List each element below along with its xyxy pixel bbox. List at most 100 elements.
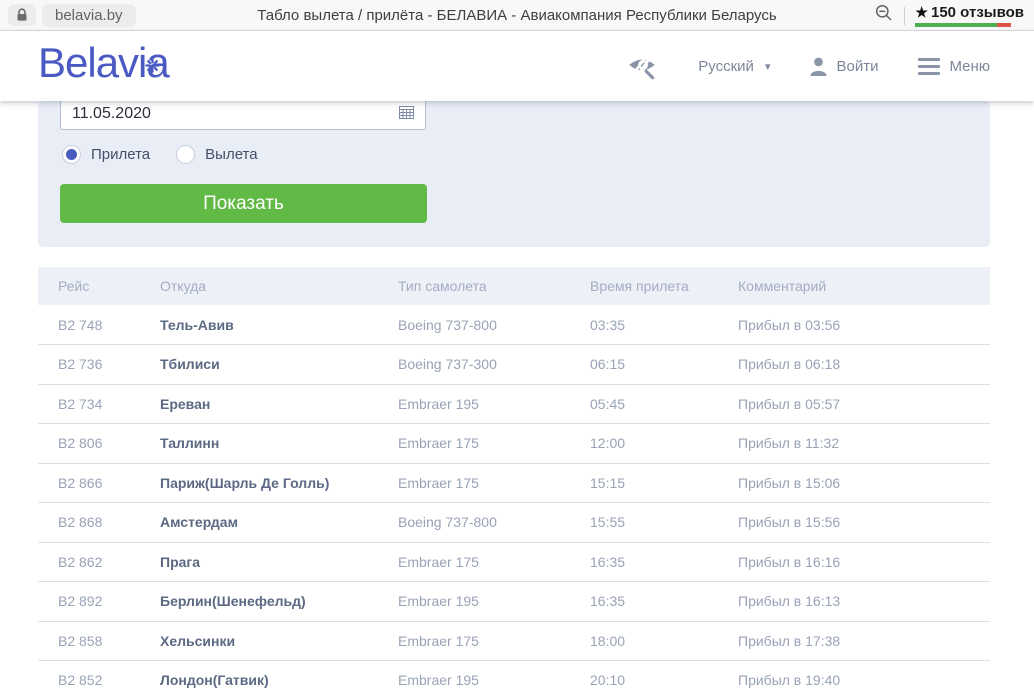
cell-time: 16:35	[570, 542, 718, 582]
zoom-out-icon[interactable]	[874, 3, 894, 28]
cell-comment: Прибыл в 05:57	[718, 384, 990, 424]
col-flight: Рейс	[38, 267, 140, 305]
reviews-rating-bar	[915, 23, 1011, 27]
table-row: B2 736 Тбилиси Boeing 737-300 06:15 Приб…	[38, 345, 990, 385]
cell-origin: Ереван	[140, 384, 378, 424]
table-row: B2 858 Хельсинки Embraer 175 18:00 Прибы…	[38, 621, 990, 661]
cell-origin: Тель-Авив	[140, 305, 378, 345]
page: belavia.by Табло вылета / прилёта - БЕЛА…	[0, 0, 1034, 689]
cell-flight: B2 866	[38, 463, 140, 503]
login-button[interactable]: Войти	[810, 57, 878, 76]
cell-flight: B2 858	[38, 621, 140, 661]
cell-origin: Париж(Шарль Де Голль)	[140, 463, 378, 503]
cell-aircraft: Boeing 737-800	[378, 305, 570, 345]
user-icon	[810, 57, 827, 76]
date-input[interactable]	[72, 105, 399, 123]
cell-aircraft: Boeing 737-800	[378, 503, 570, 543]
login-label: Войти	[836, 58, 878, 75]
date-field[interactable]	[60, 98, 426, 130]
site-header: Belavia	[0, 31, 1034, 101]
language-label: Русский	[698, 58, 754, 75]
cell-comment: Прибыл в 16:13	[718, 582, 990, 622]
cell-flight: B2 862	[38, 542, 140, 582]
cell-time: 20:10	[570, 661, 718, 689]
cell-origin: Тбилиси	[140, 345, 378, 385]
cell-aircraft: Embraer 195	[378, 582, 570, 622]
browser-bar: belavia.by Табло вылета / прилёта - БЕЛА…	[0, 0, 1034, 31]
radio-arrivals-label: Прилета	[91, 146, 150, 163]
cell-time: 18:00	[570, 621, 718, 661]
cell-aircraft: Embraer 175	[378, 424, 570, 464]
cell-flight: B2 806	[38, 424, 140, 464]
cell-aircraft: Embraer 195	[378, 384, 570, 424]
table-header-row: Рейс Откуда Тип самолета Время прилета К…	[38, 267, 990, 305]
cell-time: 12:00	[570, 424, 718, 464]
radio-departures[interactable]: Вылета	[176, 145, 257, 164]
language-selector[interactable]: Русский ▾	[698, 58, 770, 75]
col-arrival-time: Время прилета	[570, 267, 718, 305]
accessibility-eye-icon[interactable]	[626, 52, 658, 80]
divider	[904, 7, 905, 25]
table-row: B2 748 Тель-Авив Boeing 737-800 03:35 Пр…	[38, 305, 990, 345]
radio-departures-label: Вылета	[205, 146, 257, 163]
table-row: B2 862 Прага Embraer 175 16:35 Прибыл в …	[38, 542, 990, 582]
cell-comment: Прибыл в 15:06	[718, 463, 990, 503]
cell-time: 15:15	[570, 463, 718, 503]
menu-button[interactable]: Меню	[918, 58, 990, 75]
cell-aircraft: Embraer 175	[378, 542, 570, 582]
reviews-count: 150 отзывов	[931, 4, 1024, 21]
cell-aircraft: Embraer 175	[378, 463, 570, 503]
hamburger-icon	[918, 58, 940, 75]
cell-time: 15:55	[570, 503, 718, 543]
cell-origin: Берлин(Шенефельд)	[140, 582, 378, 622]
menu-label: Меню	[949, 58, 990, 75]
cell-comment: Прибыл в 11:32	[718, 424, 990, 464]
table-row: B2 734 Ереван Embraer 195 05:45 Прибыл в…	[38, 384, 990, 424]
cell-comment: Прибыл в 17:38	[718, 621, 990, 661]
cell-flight: B2 892	[38, 582, 140, 622]
belavia-logo[interactable]: Belavia	[38, 40, 169, 86]
arrivals-table: Рейс Откуда Тип самолета Время прилета К…	[38, 267, 990, 689]
cell-time: 16:35	[570, 582, 718, 622]
col-aircraft: Тип самолета	[378, 267, 570, 305]
cell-flight: B2 736	[38, 345, 140, 385]
lock-icon[interactable]	[8, 4, 36, 26]
board-type-radios: Прилета Вылета	[62, 145, 258, 164]
cell-comment: Прибыл в 03:56	[718, 305, 990, 345]
col-comment: Комментарий	[718, 267, 990, 305]
show-button[interactable]: Показать	[60, 184, 427, 223]
radio-arrivals[interactable]: Прилета	[62, 145, 150, 164]
flower-icon	[145, 36, 160, 82]
flight-board-form: Прилета Вылета Показать	[38, 101, 990, 247]
cell-origin: Хельсинки	[140, 621, 378, 661]
cell-origin: Таллинн	[140, 424, 378, 464]
cell-origin: Амстердам	[140, 503, 378, 543]
cell-flight: B2 748	[38, 305, 140, 345]
cell-aircraft: Boeing 737-300	[378, 345, 570, 385]
cell-time: 05:45	[570, 384, 718, 424]
reviews-widget[interactable]: ★ 150 отзывов	[915, 4, 1028, 27]
cell-origin: Прага	[140, 542, 378, 582]
cell-aircraft: Embraer 175	[378, 621, 570, 661]
radio-departures-circle[interactable]	[176, 145, 195, 164]
table-row: B2 868 Амстердам Boeing 737-800 15:55 Пр…	[38, 503, 990, 543]
cell-comment: Прибыл в 19:40	[718, 661, 990, 689]
radio-arrivals-circle[interactable]	[62, 145, 81, 164]
cell-aircraft: Embraer 195	[378, 661, 570, 689]
table-row: B2 866 Париж(Шарль Де Голль) Embraer 175…	[38, 463, 990, 503]
cell-time: 06:15	[570, 345, 718, 385]
table-row: B2 892 Берлин(Шенефельд) Embraer 195 16:…	[38, 582, 990, 622]
cell-comment: Прибыл в 15:56	[718, 503, 990, 543]
cell-origin: Лондон(Гатвик)	[140, 661, 378, 689]
calendar-icon[interactable]	[399, 105, 414, 124]
cell-comment: Прибыл в 06:18	[718, 345, 990, 385]
cell-flight: B2 734	[38, 384, 140, 424]
chevron-down-icon: ▾	[765, 60, 771, 73]
cell-time: 03:35	[570, 305, 718, 345]
url-field[interactable]: belavia.by	[42, 4, 136, 27]
cell-flight: B2 852	[38, 661, 140, 689]
col-origin: Откуда	[140, 267, 378, 305]
table-row: B2 852 Лондон(Гатвик) Embraer 195 20:10 …	[38, 661, 990, 689]
table-row: B2 806 Таллинн Embraer 175 12:00 Прибыл …	[38, 424, 990, 464]
cell-flight: B2 868	[38, 503, 140, 543]
